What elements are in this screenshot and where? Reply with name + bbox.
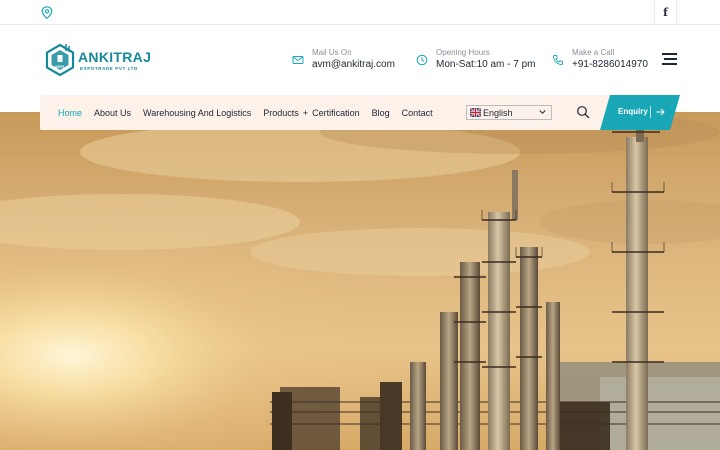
- contact-hours-value: Mon-Sat:10 am - 7 pm: [436, 59, 536, 70]
- svg-text:AEPL: AEPL: [55, 64, 66, 69]
- facebook-link[interactable]: f: [654, 0, 677, 25]
- enquiry-label: Enquiry: [618, 107, 648, 116]
- plus-icon: +: [302, 107, 309, 118]
- contact-mail-value[interactable]: avm@ankitraj.com: [312, 59, 395, 70]
- search-icon[interactable]: [576, 105, 590, 119]
- phone-icon: [553, 55, 563, 66]
- hero-banner-image: [0, 112, 720, 450]
- menu-toggle-icon[interactable]: [662, 53, 677, 65]
- logo-emblem-icon: AEPL: [45, 43, 75, 77]
- nav-item-products[interactable]: Products +: [263, 108, 308, 118]
- nav-item-contact[interactable]: Contact: [402, 108, 433, 118]
- nav-menu: Home About Us Warehousing And Logistics …: [58, 95, 445, 130]
- contact-hours-label: Opening Hours: [436, 48, 490, 57]
- nav-item-about-us[interactable]: About Us: [94, 108, 131, 118]
- nav-item-blog[interactable]: Blog: [372, 108, 390, 118]
- brand-tagline: EXPOTRADE PVT LTD: [80, 66, 138, 71]
- brand-name: ANKITRAJ: [78, 49, 152, 65]
- brand-logo[interactable]: AEPL ANKITRAJ EXPOTRADE PVT LTD: [42, 42, 151, 82]
- main-nav: Home About Us Warehousing And Logistics …: [40, 95, 610, 130]
- arrow-right-icon: [656, 108, 665, 116]
- contact-call-label: Make a Call: [572, 48, 615, 57]
- facebook-icon: f: [663, 6, 668, 19]
- enquiry-button[interactable]: Enquiry: [600, 95, 680, 130]
- envelope-icon: [292, 56, 304, 64]
- contact-mail-label: Mail Us On: [312, 48, 352, 57]
- refinery-illustration: [0, 112, 720, 450]
- uk-flag-icon: [470, 108, 481, 117]
- clock-icon: [416, 54, 428, 66]
- chevron-down-icon: [539, 110, 546, 115]
- map-pin-icon[interactable]: [41, 6, 53, 19]
- top-bar: f: [0, 0, 720, 25]
- nav-item-home[interactable]: Home: [58, 108, 82, 118]
- enquiry-separator: [650, 106, 651, 118]
- language-select[interactable]: English: [466, 105, 552, 120]
- contact-call-value[interactable]: +91-8286014970: [572, 59, 648, 70]
- nav-item-products-label: Products: [263, 107, 299, 118]
- nav-item-certification[interactable]: Certification: [312, 108, 360, 118]
- nav-item-warehousing[interactable]: Warehousing And Logistics: [143, 108, 251, 118]
- language-selected: English: [483, 108, 513, 118]
